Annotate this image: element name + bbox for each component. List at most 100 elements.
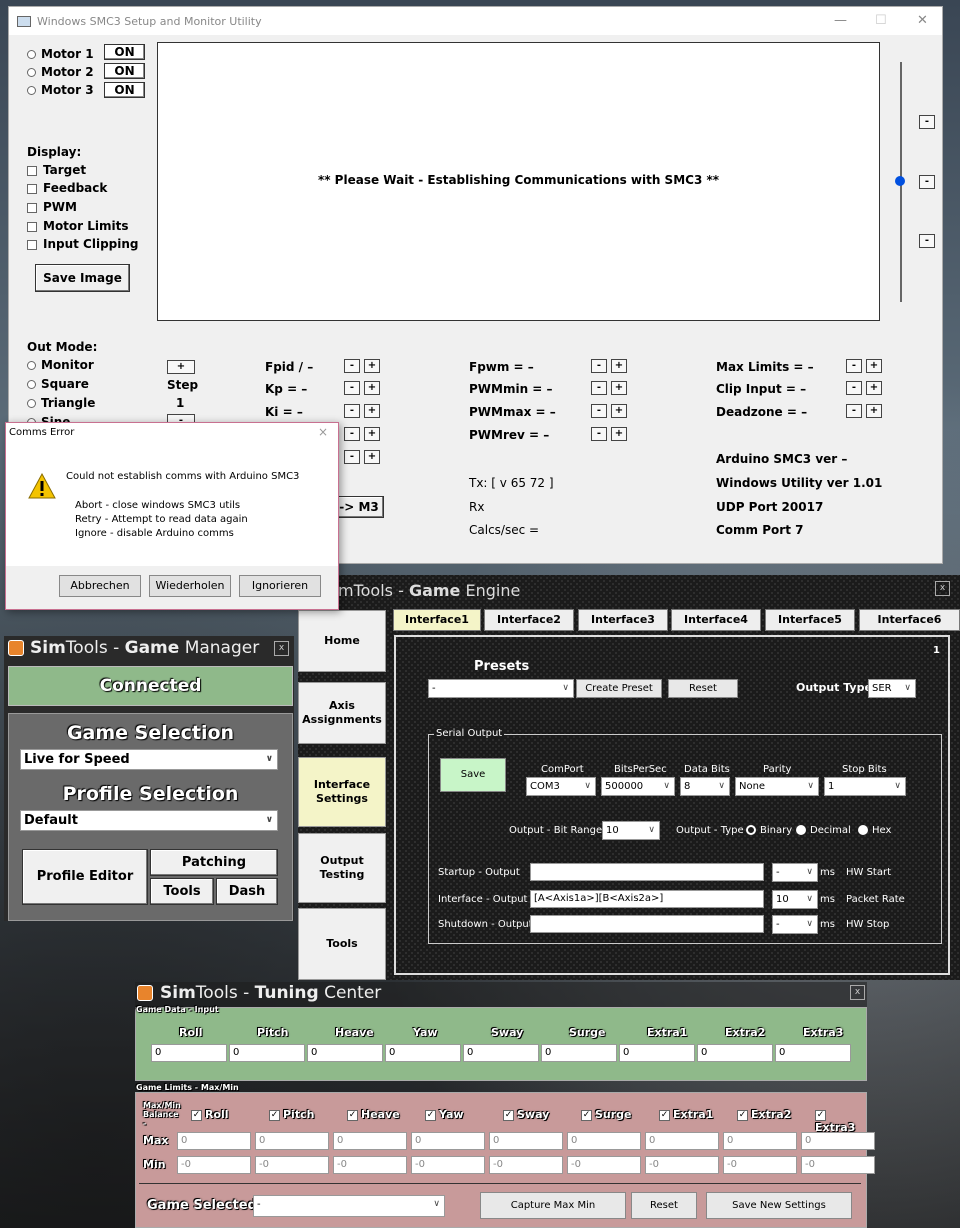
heave-min-input[interactable]: -0 [333, 1156, 407, 1174]
save-image-button[interactable]: Save Image [35, 264, 130, 292]
yaw-input[interactable]: 0 [385, 1044, 461, 1062]
center-minus-button[interactable]: - [919, 175, 935, 189]
yaw-min-input[interactable]: -0 [411, 1156, 485, 1174]
tuning-close-button[interactable]: x [850, 985, 865, 1000]
bitrange-select[interactable]: 10 ∨ [602, 821, 660, 840]
motor-1-on-button[interactable]: ON [104, 44, 145, 60]
save-button[interactable]: Save [440, 758, 506, 792]
slider-thumb[interactable] [895, 176, 905, 186]
tab-interface2[interactable]: Interface2 [484, 609, 574, 631]
surge-min-input[interactable]: -0 [567, 1156, 641, 1174]
kd-plus[interactable]: + [364, 427, 380, 441]
profile-editor-button[interactable]: Profile Editor [22, 849, 148, 905]
binary-radio[interactable]: Binary [746, 825, 792, 836]
save-new-settings-button[interactable]: Save New Settings [706, 1192, 852, 1219]
motor-3-radio[interactable]: Motor 3 [27, 83, 94, 97]
ks-plus[interactable]: + [364, 450, 380, 464]
preset-select[interactable]: - ∨ [428, 679, 574, 698]
pitch-min-input[interactable]: -0 [255, 1156, 329, 1174]
triangle-radio[interactable]: Triangle [27, 396, 95, 410]
shutdown-output-input[interactable] [530, 915, 764, 933]
pitch-balance-checkbox[interactable]: ✓ Pitch [269, 1108, 314, 1121]
pwmmax-minus[interactable]: - [591, 404, 607, 418]
startup-ms-select[interactable]: - ∨ [772, 863, 818, 882]
create-preset-button[interactable]: Create Preset [576, 679, 662, 698]
heave-input[interactable]: 0 [307, 1044, 383, 1062]
tools-button[interactable]: Tools [150, 878, 214, 905]
extra1-min-input[interactable]: -0 [645, 1156, 719, 1174]
clip-minus[interactable]: - [846, 381, 862, 395]
startup-output-input[interactable] [530, 863, 764, 881]
stopbits-select[interactable]: 1 ∨ [824, 777, 906, 796]
roll-min-input[interactable]: -0 [177, 1156, 251, 1174]
tab-interface4[interactable]: Interface4 [671, 609, 761, 631]
nav-interface-settings[interactable]: Interface Settings [298, 757, 386, 827]
reset-button[interactable]: Reset [668, 679, 738, 698]
extra2-balance-checkbox[interactable]: ✓ Extra2 [737, 1108, 791, 1121]
ignore-button[interactable]: Ignorieren [239, 575, 321, 597]
pitch-input[interactable]: 0 [229, 1044, 305, 1062]
extra1-balance-checkbox[interactable]: ✓ Extra1 [659, 1108, 713, 1121]
game-selected-select[interactable]: - ∨ [253, 1195, 445, 1217]
retry-button[interactable]: Wiederholen [149, 575, 231, 597]
dialog-close-button[interactable]: × [318, 425, 328, 439]
tab-interface6[interactable]: Interface6 [859, 609, 960, 631]
tuning-reset-button[interactable]: Reset [631, 1192, 697, 1219]
profile-select[interactable]: Default ∨ [20, 810, 278, 831]
nav-home[interactable]: Home [298, 610, 386, 672]
heave-balance-checkbox[interactable]: ✓ Heave [347, 1108, 400, 1121]
sway-max-input[interactable]: 0 [489, 1132, 563, 1150]
close-button[interactable]: ✕ [917, 13, 928, 28]
game-select[interactable]: Live for Speed ∨ [20, 749, 278, 770]
game-manager-close-button[interactable]: x [274, 641, 289, 656]
monitor-radio[interactable]: Monitor [27, 358, 94, 372]
clip-plus[interactable]: + [866, 381, 882, 395]
ks-minus[interactable]: - [344, 450, 360, 464]
output-type-select[interactable]: SER ∨ [868, 679, 916, 698]
extra1-input[interactable]: 0 [619, 1044, 695, 1062]
databits-select[interactable]: 8 ∨ [680, 777, 730, 796]
lower-minus-button[interactable]: - [919, 234, 935, 248]
hex-radio[interactable]: Hex [858, 825, 891, 836]
pwmmax-plus[interactable]: + [611, 404, 627, 418]
pitch-max-input[interactable]: 0 [255, 1132, 329, 1150]
sway-balance-checkbox[interactable]: ✓ Sway [503, 1108, 549, 1121]
input-clipping-checkbox[interactable]: Input Clipping [27, 237, 139, 251]
extra3-min-input[interactable]: -0 [801, 1156, 875, 1174]
yaw-balance-checkbox[interactable]: ✓ Yaw [425, 1108, 464, 1121]
target-checkbox[interactable]: Target [27, 163, 86, 177]
dash-button[interactable]: Dash [216, 878, 278, 905]
feedback-checkbox[interactable]: Feedback [27, 181, 107, 195]
extra1-max-input[interactable]: 0 [645, 1132, 719, 1150]
pwmrev-plus[interactable]: + [611, 427, 627, 441]
ki-plus[interactable]: + [364, 404, 380, 418]
bps-select[interactable]: 500000 ∨ [601, 777, 675, 796]
motor-1-radio[interactable]: Motor 1 [27, 47, 94, 61]
motor-2-on-button[interactable]: ON [104, 63, 145, 79]
roll-max-input[interactable]: 0 [177, 1132, 251, 1150]
m3-button[interactable]: -> M3 [334, 496, 384, 518]
deadzone-plus[interactable]: + [866, 404, 882, 418]
extra2-max-input[interactable]: 0 [723, 1132, 797, 1150]
deadzone-minus[interactable]: - [846, 404, 862, 418]
nav-tools[interactable]: Tools [298, 908, 386, 980]
kp-plus[interactable]: + [364, 381, 380, 395]
sway-input[interactable]: 0 [463, 1044, 539, 1062]
comport-select[interactable]: COM3 ∨ [526, 777, 596, 796]
extra2-input[interactable]: 0 [697, 1044, 773, 1062]
maximize-button[interactable]: ☐ [875, 13, 887, 28]
surge-input[interactable]: 0 [541, 1044, 617, 1062]
fpwm-minus[interactable]: - [591, 359, 607, 373]
decimal-radio[interactable]: Decimal [796, 825, 851, 836]
kd-minus[interactable]: - [344, 427, 360, 441]
abort-button[interactable]: Abbrechen [59, 575, 141, 597]
shutdown-ms-select[interactable]: - ∨ [772, 915, 818, 934]
nav-output-testing[interactable]: Output Testing [298, 833, 386, 903]
square-radio[interactable]: Square [27, 377, 89, 391]
capture-max-min-button[interactable]: Capture Max Min [480, 1192, 626, 1219]
kp-minus[interactable]: - [344, 381, 360, 395]
heave-max-input[interactable]: 0 [333, 1132, 407, 1150]
fpid-minus[interactable]: - [344, 359, 360, 373]
ki-minus[interactable]: - [344, 404, 360, 418]
interface-ms-select[interactable]: 10 ∨ [772, 890, 818, 909]
